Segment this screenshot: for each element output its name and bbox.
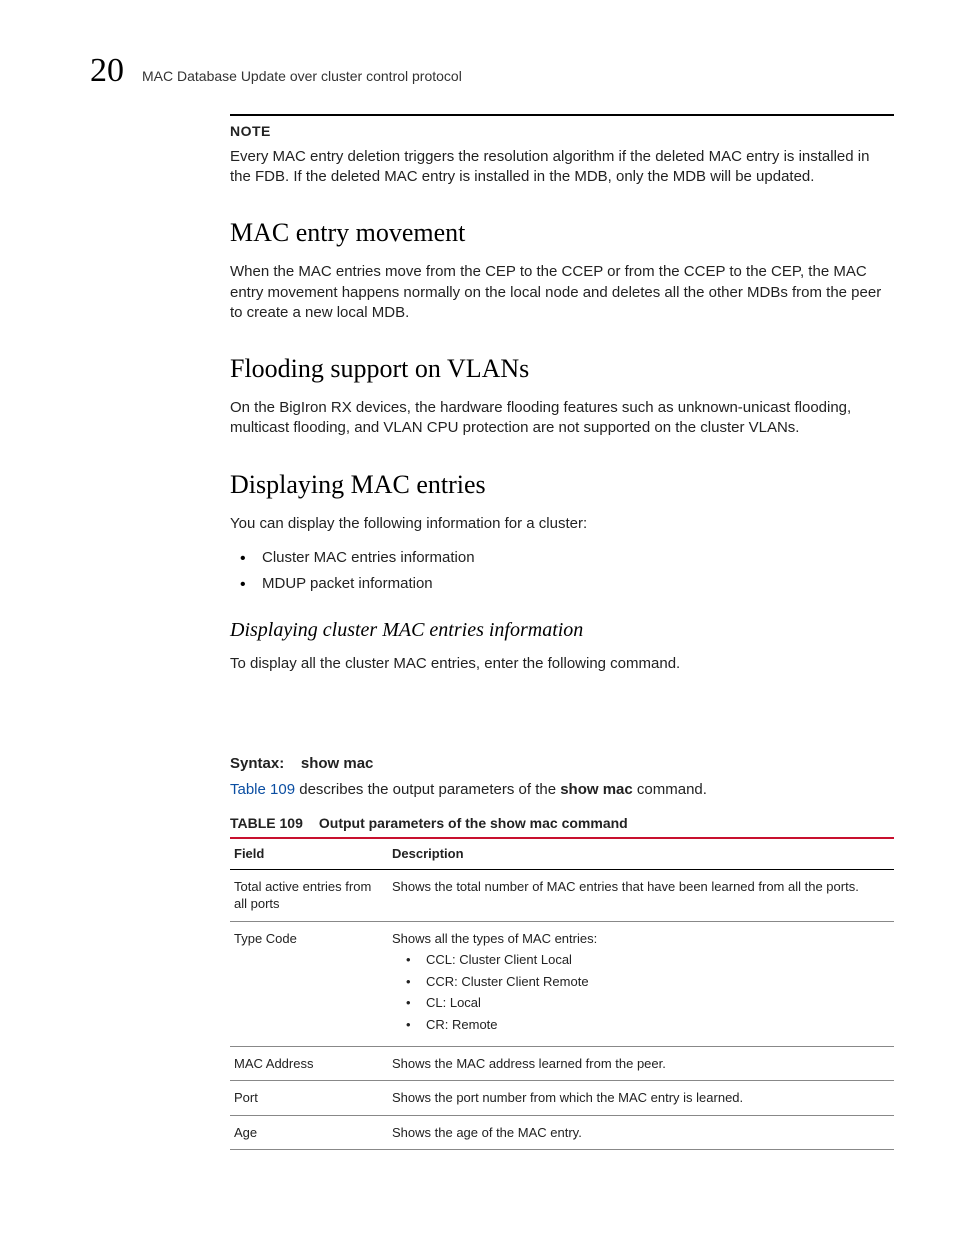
heading-flooding-support: Flooding support on VLANs (230, 351, 894, 386)
list-item: CR: Remote (406, 1016, 890, 1034)
table-title: Output parameters of the show mac comman… (319, 815, 628, 831)
table-number: TABLE 109 (230, 815, 303, 831)
cell-desc: Shows the port number from which the MAC… (388, 1081, 894, 1116)
table-row: Type Code Shows all the types of MAC ent… (230, 921, 894, 1046)
list-item: CCL: Cluster Client Local (406, 951, 890, 969)
list-item: CL: Local (406, 994, 890, 1012)
note-label: NOTE (230, 122, 894, 141)
running-header: 20 MAC Database Update over cluster cont… (90, 48, 894, 94)
col-field: Field (230, 838, 388, 869)
table-row: Age Shows the age of the MAC entry. (230, 1115, 894, 1150)
cell-desc: Shows the age of the MAC entry. (388, 1115, 894, 1150)
cell-desc: Shows the total number of MAC entries th… (388, 869, 894, 921)
table-caption: TABLE 109 Output parameters of the show m… (230, 814, 894, 833)
note-body: Every MAC entry deletion triggers the re… (230, 147, 894, 188)
list-item: MDUP packet information (240, 574, 894, 594)
cell-field: Port (230, 1081, 388, 1116)
text: command. (633, 781, 707, 798)
table-row: MAC Address Shows the MAC address learne… (230, 1046, 894, 1081)
chapter-number: 20 (90, 48, 124, 94)
cell-desc-text: Shows all the types of MAC entries: (392, 931, 597, 946)
cell-field: MAC Address (230, 1046, 388, 1081)
cell-desc: Shows the MAC address learned from the p… (388, 1046, 894, 1081)
table-link[interactable]: Table 109 (230, 781, 295, 798)
syntax-block: Syntax: show mac Table 109 describes the… (230, 754, 894, 1150)
table-row: Port Shows the port number from which th… (230, 1081, 894, 1116)
syntax-label: Syntax: (230, 755, 284, 772)
text: describes the output parameters of the (295, 781, 560, 798)
parameters-table: Field Description Total active entries f… (230, 837, 894, 1150)
subheading-cluster-mac-entries: Displaying cluster MAC entries informati… (230, 617, 894, 644)
type-code-list: CCL: Cluster Client Local CCR: Cluster C… (406, 951, 890, 1033)
col-description: Description (388, 838, 894, 869)
heading-mac-entry-movement: MAC entry movement (230, 215, 894, 250)
syntax-line: Syntax: show mac (230, 754, 894, 774)
cell-field: Total active entries from all ports (230, 869, 388, 921)
para-flooding-support: On the BigIron RX devices, the hardware … (230, 398, 894, 439)
page: 20 MAC Database Update over cluster cont… (0, 0, 954, 1190)
running-title: MAC Database Update over cluster control… (142, 67, 462, 86)
cell-desc: Shows all the types of MAC entries: CCL:… (388, 921, 894, 1046)
display-info-list: Cluster MAC entries information MDUP pac… (240, 548, 894, 595)
note-rule (230, 114, 894, 116)
cell-field: Age (230, 1115, 388, 1150)
para-mac-entry-movement: When the MAC entries move from the CEP t… (230, 262, 894, 323)
table-reference-line: Table 109 describes the output parameter… (230, 780, 894, 800)
table-row: Total active entries from all ports Show… (230, 869, 894, 921)
command-name: show mac (560, 781, 633, 798)
heading-displaying-mac-entries: Displaying MAC entries (230, 467, 894, 502)
content-column: NOTE Every MAC entry deletion triggers t… (230, 114, 894, 1150)
syntax-command: show mac (301, 755, 374, 772)
list-item: CCR: Cluster Client Remote (406, 973, 890, 991)
list-item: Cluster MAC entries information (240, 548, 894, 568)
para-cluster-mac-entries: To display all the cluster MAC entries, … (230, 654, 894, 674)
para-displaying-intro: You can display the following informatio… (230, 514, 894, 534)
cell-field: Type Code (230, 921, 388, 1046)
